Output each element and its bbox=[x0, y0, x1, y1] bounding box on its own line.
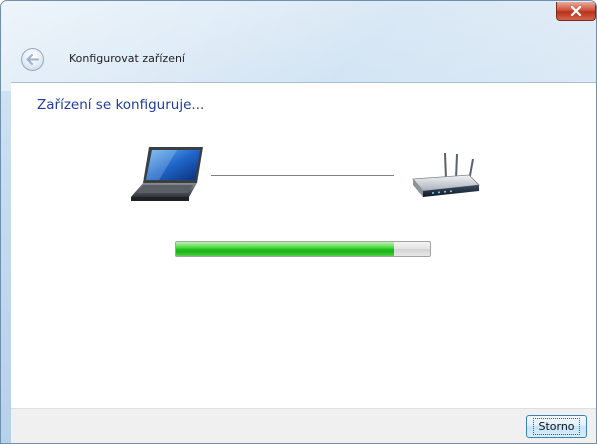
cancel-button[interactable]: Storno bbox=[526, 415, 587, 438]
content-area: Zařízení se konfiguruje... bbox=[11, 82, 596, 408]
close-icon bbox=[570, 6, 582, 16]
cancel-button-label: Storno bbox=[533, 418, 580, 435]
dialog-footer: Storno bbox=[11, 408, 596, 443]
connection-line bbox=[211, 175, 394, 176]
laptop-icon bbox=[131, 147, 203, 201]
wireless-router-icon bbox=[412, 152, 480, 197]
back-button[interactable] bbox=[21, 48, 44, 71]
progress-bar-fill bbox=[176, 242, 395, 256]
window-title: Konfigurovat zařízení bbox=[69, 52, 185, 65]
dialog-window: Konfigurovat zařízení Zařízení se konfig… bbox=[0, 0, 597, 444]
progress-bar bbox=[175, 241, 431, 257]
back-arrow-icon bbox=[26, 54, 39, 65]
status-heading: Zařízení se konfiguruje... bbox=[37, 97, 205, 113]
close-button[interactable] bbox=[556, 2, 596, 21]
